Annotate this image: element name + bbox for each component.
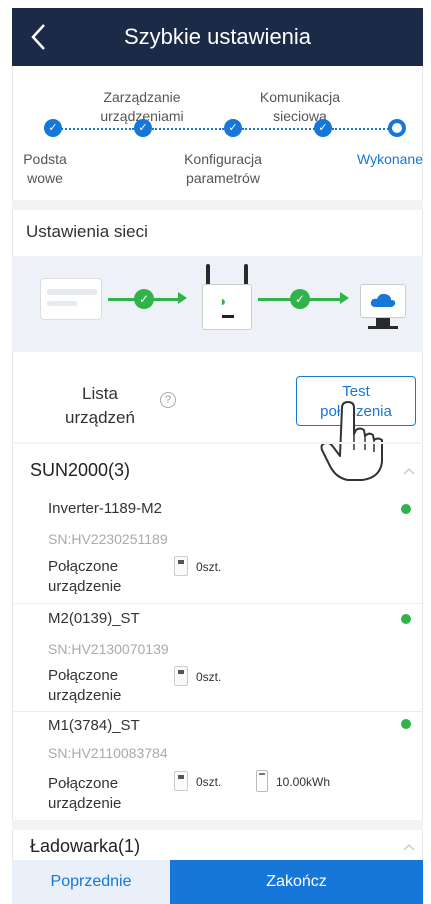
network-settings-title: Ustawienia sieci (26, 222, 148, 241)
device-count-icon (174, 771, 188, 791)
group-header-charger[interactable]: Ładowarka(1) (30, 836, 140, 857)
arrow-right-icon (340, 292, 349, 304)
finish-button[interactable]: Zakończ (170, 860, 423, 904)
arrow-right-icon (178, 292, 187, 304)
progress-stepper: Zarządzanie urządzeniami Komunikacja sie… (12, 66, 423, 204)
top-bar: Szybkie ustawienia (12, 8, 423, 66)
section-divider (12, 200, 423, 210)
cloud-icon (370, 293, 396, 307)
connected-count: 0szt. (196, 775, 222, 789)
step-connector (242, 128, 322, 130)
device-count-icon (174, 666, 188, 686)
battery-capacity: 10.00kWh (276, 775, 331, 789)
step-connector (54, 128, 134, 130)
previous-button[interactable]: Poprzednie (12, 860, 170, 904)
device-sn: SN:HV2230251189 (48, 531, 168, 547)
section-divider (12, 820, 423, 830)
connection-ok-icon: ✓ (134, 289, 154, 309)
network-diagram: ✓ ◗ ✓ (12, 256, 423, 352)
device-list-label: Lista urządzeń (65, 384, 135, 427)
connection-ok-icon: ✓ (290, 289, 310, 309)
status-online-dot (401, 504, 411, 514)
step-label-network: Komunikacja sieciowa (259, 89, 341, 124)
step-label-parameters: Konfiguracja parametrów (184, 151, 262, 186)
step-label-basic: Podsta wowe (23, 151, 67, 186)
section-divider (12, 442, 423, 444)
wifi-icon: ◗ (219, 293, 228, 309)
connected-count: 0szt. (196, 560, 222, 574)
connected-count: 0szt. (196, 670, 222, 684)
chevron-up-icon[interactable] (402, 842, 416, 852)
chevron-up-icon[interactable] (402, 466, 416, 476)
connected-devices-label: Połączone urządzenie (48, 558, 122, 595)
page-title: Szybkie ustawienia (123, 24, 312, 49)
router-icon: ◗ (202, 284, 252, 330)
connected-devices-label: Połączone urządzenie (48, 667, 122, 704)
group-header-sun2000[interactable]: SUN2000(3) (30, 460, 130, 481)
battery-icon (256, 770, 268, 792)
device-count-icon (174, 556, 188, 576)
step-current-icon (388, 119, 406, 137)
device-name: Inverter-1189-M2 (48, 500, 162, 517)
step-done-check-icon: ✓ (44, 119, 62, 137)
step-done-check-icon: ✓ (224, 119, 242, 137)
step-label-done: Wykonane (356, 151, 424, 167)
step-connector (332, 128, 392, 130)
device-name: M2(0139)_ST (48, 610, 140, 627)
footer-bar: Poprzednie Zakończ (12, 860, 423, 904)
connected-devices-label: Połączone urządzenie (48, 775, 122, 812)
cloud-monitor-icon (360, 284, 406, 318)
inverter-device-icon (40, 278, 102, 320)
step-done-check-icon: ✓ (314, 119, 332, 137)
help-icon[interactable]: ? (160, 392, 176, 408)
device-sn: SN:HV2130070139 (48, 641, 169, 657)
device-sn: SN:HV2110083784 (48, 745, 168, 761)
device-name: M1(3784)_ST (48, 717, 140, 734)
step-done-check-icon: ✓ (134, 119, 152, 137)
status-online-dot (401, 614, 411, 624)
step-connector (152, 128, 224, 130)
status-online-dot (401, 719, 411, 729)
